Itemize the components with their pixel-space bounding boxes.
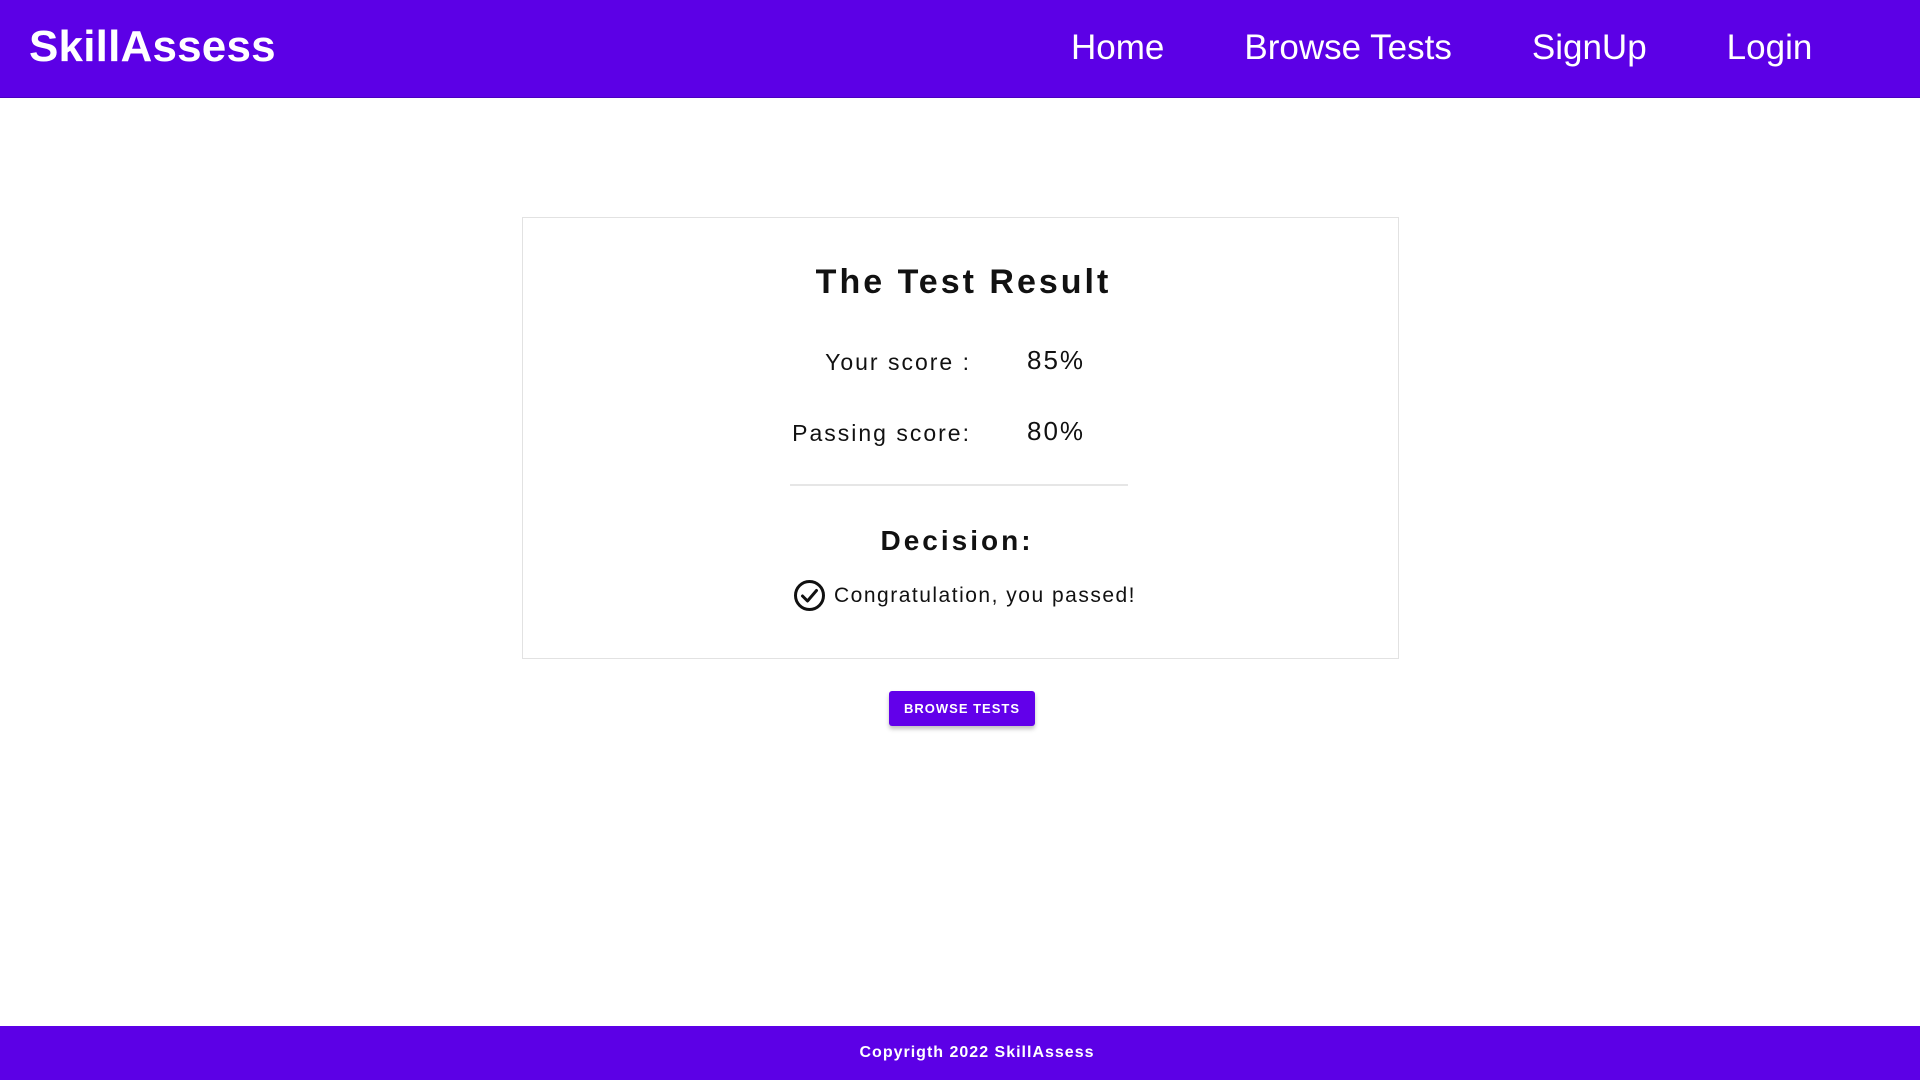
footer: Copyrigth 2022 SkillAssess	[0, 1026, 1920, 1080]
browse-tests-button[interactable]: BROWSE TESTS	[889, 691, 1035, 726]
your-score-value: 85%	[1027, 345, 1086, 375]
nav-links: Home Browse Tests SignUp Login	[1071, 28, 1812, 68]
passing-score-label: Passing score:	[792, 420, 971, 446]
page: SkillAssess Home Browse Tests SignUp Log…	[0, 0, 1920, 1080]
brand-logo[interactable]: SkillAssess	[29, 22, 276, 73]
nav-link-login[interactable]: Login	[1727, 28, 1813, 68]
decision-message: Congratulation, you passed!	[793, 579, 1136, 612]
footer-copyright: Copyrigth 2022 SkillAssess	[859, 1044, 1095, 1061]
decision-text: Congratulation, you passed!	[834, 583, 1137, 607]
nav-link-signup[interactable]: SignUp	[1532, 28, 1647, 68]
passing-score-row: Passing score: 80%	[0, 413, 1920, 453]
passing-score-value: 80%	[1027, 416, 1086, 446]
your-score-label: Your score :	[825, 349, 971, 375]
divider	[790, 484, 1128, 486]
decision-title: Decision:	[880, 525, 1034, 556]
nav-link-home[interactable]: Home	[1071, 28, 1164, 68]
check-circle-icon	[793, 579, 826, 612]
result-title: The Test Result	[815, 263, 1112, 301]
navbar: SkillAssess Home Browse Tests SignUp Log…	[0, 0, 1920, 98]
nav-link-browse-tests[interactable]: Browse Tests	[1244, 28, 1452, 68]
your-score-row: Your score : 85%	[0, 342, 1920, 382]
